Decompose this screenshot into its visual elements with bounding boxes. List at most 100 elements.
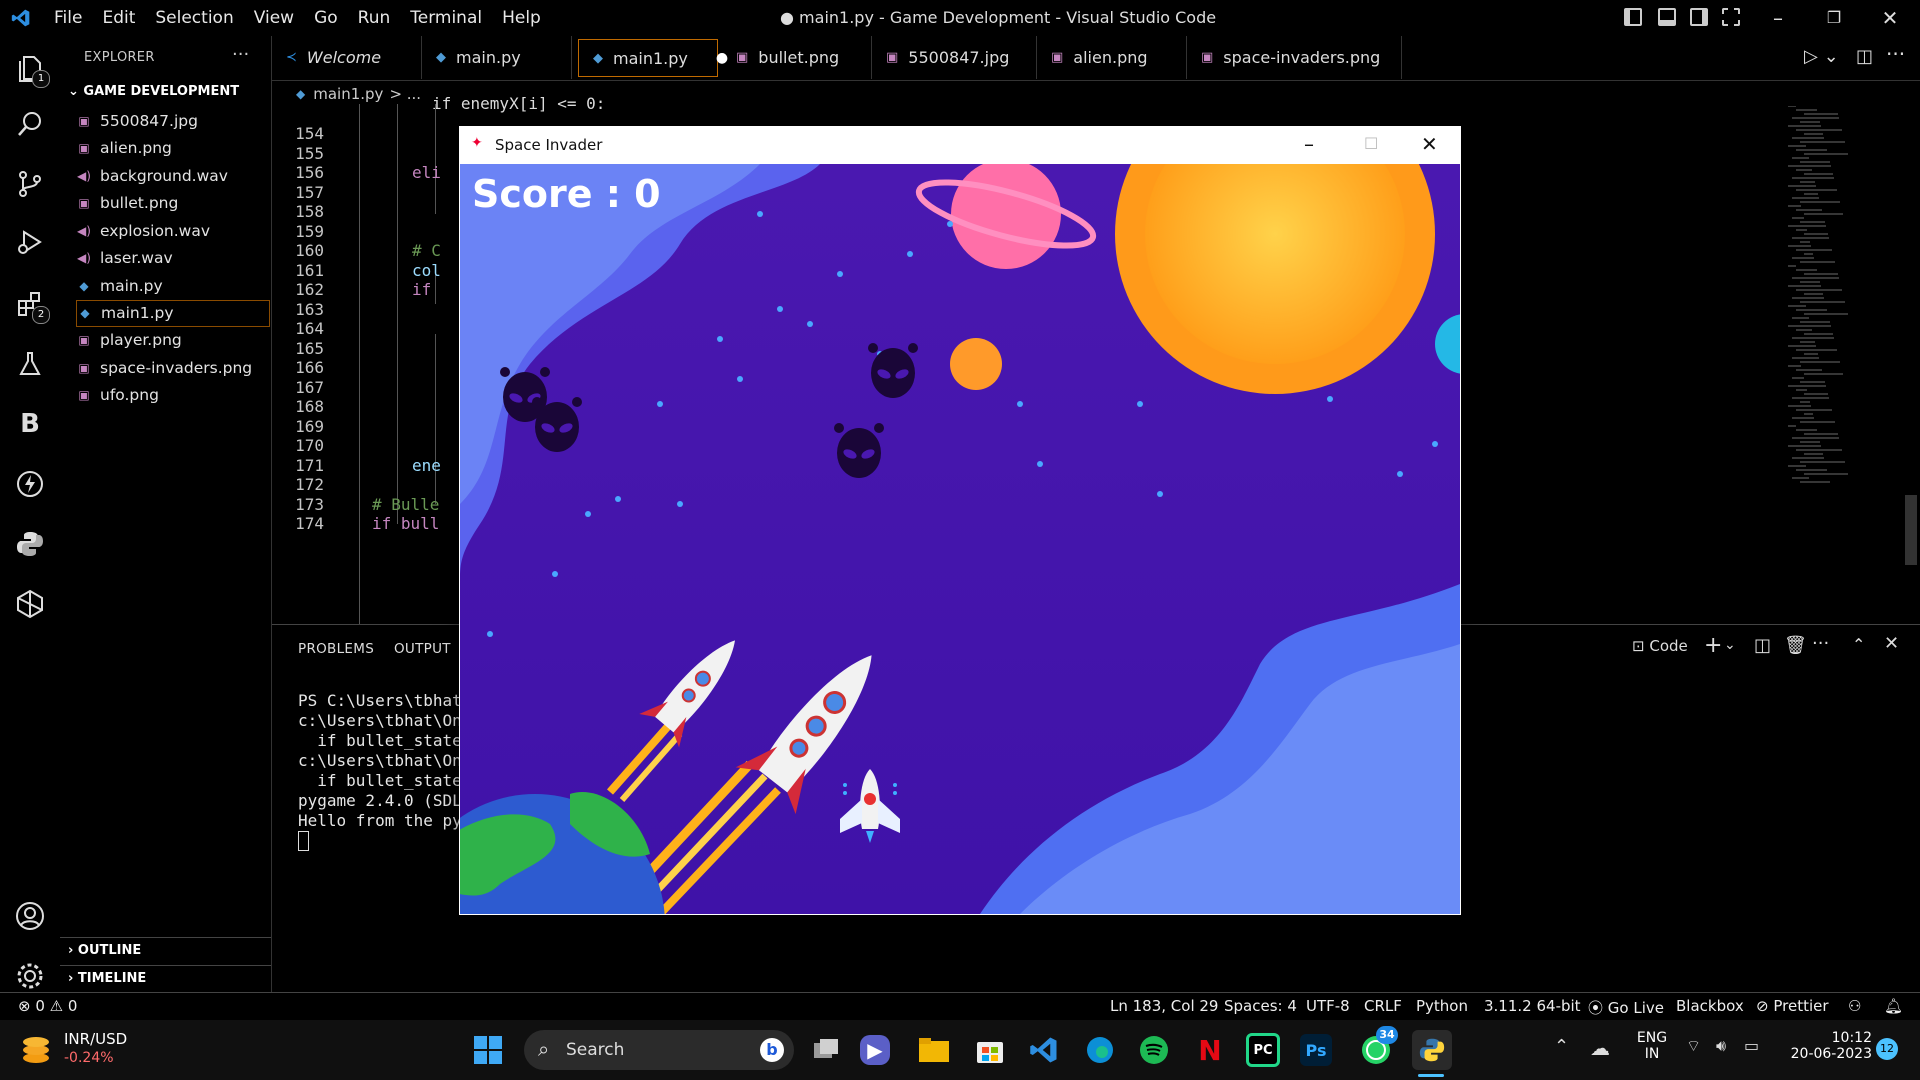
language-mode[interactable]: Python bbox=[1416, 997, 1468, 1015]
file-item[interactable]: ▣ ufo.png bbox=[76, 382, 270, 409]
edge-icon[interactable] bbox=[1080, 1030, 1120, 1070]
file-item[interactable]: ▣ alien.png bbox=[76, 135, 270, 162]
python-interpreter[interactable]: 3.11.2 64-bit bbox=[1484, 997, 1581, 1015]
box-icon[interactable] bbox=[14, 588, 46, 620]
lightning-icon[interactable] bbox=[14, 468, 46, 500]
file-item[interactable]: ▣ space-invaders.png bbox=[76, 355, 270, 382]
menu-view[interactable]: View bbox=[244, 8, 304, 28]
prettier-button[interactable]: ⊘ Prettier bbox=[1756, 997, 1829, 1015]
language-indicator[interactable]: ENG IN bbox=[1636, 1030, 1668, 1062]
search-icon[interactable] bbox=[14, 108, 46, 140]
game-close-icon[interactable]: ✕ bbox=[1421, 132, 1438, 156]
chevron-down-icon[interactable]: ⌄ bbox=[1724, 637, 1736, 653]
notifications-bell-icon[interactable]: 🔔︎ bbox=[1884, 997, 1903, 1015]
blackbox-status[interactable]: Blackbox bbox=[1676, 997, 1744, 1015]
file-item-selected[interactable]: ◆ main1.py bbox=[76, 300, 270, 327]
bing-icon[interactable]: b bbox=[760, 1038, 784, 1062]
tab-space-invaders-png[interactable]: ▣ space-invaders.png bbox=[1187, 36, 1402, 79]
minimize-icon[interactable]: – bbox=[1758, 0, 1798, 36]
customize-layout-icon[interactable] bbox=[1722, 8, 1740, 26]
game-minimize-icon[interactable]: – bbox=[1304, 132, 1314, 156]
line-ending[interactable]: CRLF bbox=[1364, 997, 1402, 1015]
game-canvas[interactable]: Score : 0 bbox=[460, 164, 1460, 914]
tab-welcome[interactable]: ≺ Welcome bbox=[272, 36, 422, 79]
game-maximize-icon[interactable]: ☐ bbox=[1364, 134, 1378, 153]
go-live-button[interactable]: ⦿ Go Live bbox=[1588, 997, 1664, 1018]
tab-main1-py[interactable]: ◆ main1.py ● bbox=[578, 39, 728, 77]
maximize-panel-icon[interactable]: ⌃ bbox=[1852, 635, 1865, 654]
tab-bullet-png[interactable]: ▣ bullet.png bbox=[722, 36, 872, 79]
whatsapp-icon[interactable]: 34 bbox=[1356, 1026, 1398, 1070]
pycharm-icon[interactable]: PC bbox=[1246, 1033, 1280, 1067]
file-item[interactable]: ◀) background.wav bbox=[76, 163, 270, 190]
split-terminal-icon[interactable]: ◫ bbox=[1754, 635, 1771, 656]
tab-main-py[interactable]: ◆ main.py bbox=[422, 36, 572, 79]
menu-selection[interactable]: Selection bbox=[145, 8, 243, 28]
file-item[interactable]: ▣ bullet.png bbox=[76, 190, 270, 217]
account-icon[interactable] bbox=[14, 900, 46, 932]
trash-icon[interactable]: 🗑 bbox=[1784, 635, 1807, 656]
close-icon[interactable]: ✕ bbox=[1870, 0, 1910, 36]
minimap[interactable] bbox=[1786, 105, 1896, 486]
onedrive-cloud-icon[interactable]: ☁ bbox=[1590, 1036, 1610, 1060]
terminal-selector[interactable]: ⊡ Code bbox=[1632, 637, 1688, 655]
toggle-primary-sidebar-icon[interactable] bbox=[1624, 8, 1642, 26]
tab-problems[interactable]: PROBLEMS bbox=[298, 641, 374, 657]
testing-icon[interactable] bbox=[14, 348, 46, 380]
indentation[interactable]: Spaces: 4 bbox=[1224, 997, 1297, 1015]
split-editor-icon[interactable]: ◫ bbox=[1856, 46, 1873, 67]
panel-more-icon[interactable]: ··· bbox=[1812, 633, 1829, 654]
timeline-section[interactable]: › TIMELINE bbox=[60, 965, 271, 992]
menu-go[interactable]: Go bbox=[304, 8, 348, 28]
more-actions-icon[interactable]: ··· bbox=[232, 44, 249, 65]
python-window-icon[interactable] bbox=[1412, 1030, 1452, 1070]
menu-help[interactable]: Help bbox=[492, 8, 551, 28]
project-folder[interactable]: ⌄ GAME DEVELOPMENT bbox=[68, 84, 239, 99]
clock[interactable]: 10:12 20-06-2023 bbox=[1790, 1030, 1872, 1062]
file-item[interactable]: ▣ 5500847.jpg bbox=[76, 108, 270, 135]
spotify-icon[interactable] bbox=[1134, 1030, 1174, 1070]
encoding[interactable]: UTF-8 bbox=[1306, 997, 1350, 1015]
menu-run[interactable]: Run bbox=[348, 8, 401, 28]
menu-file[interactable]: File bbox=[44, 8, 92, 28]
task-view-icon[interactable] bbox=[806, 1030, 846, 1070]
game-titlebar[interactable]: ✦ Space Invader – ☐ ✕ bbox=[459, 126, 1461, 164]
run-debug-icon[interactable] bbox=[14, 226, 46, 258]
show-hidden-icons[interactable]: ⌃ bbox=[1554, 1036, 1569, 1057]
breadcrumb-rest[interactable]: > ... bbox=[389, 85, 421, 103]
feedback-icon[interactable]: ⚇ bbox=[1848, 997, 1861, 1015]
store-icon[interactable] bbox=[970, 1030, 1010, 1070]
tab-output[interactable]: OUTPUT bbox=[394, 641, 451, 657]
netflix-icon[interactable]: N bbox=[1190, 1030, 1230, 1070]
photoshop-icon[interactable]: Ps bbox=[1300, 1034, 1332, 1066]
menu-terminal[interactable]: Terminal bbox=[400, 8, 492, 28]
source-control-icon[interactable] bbox=[14, 168, 46, 200]
file-item[interactable]: ◀) explosion.wav bbox=[76, 218, 270, 245]
restore-icon[interactable]: ❐ bbox=[1814, 0, 1854, 36]
blackbox-icon[interactable]: B bbox=[14, 408, 46, 440]
teams-icon[interactable]: ▶ bbox=[860, 1035, 890, 1065]
file-explorer-icon[interactable] bbox=[914, 1030, 954, 1070]
new-terminal-icon[interactable]: + bbox=[1704, 633, 1722, 658]
python-icon[interactable] bbox=[14, 528, 46, 560]
file-item[interactable]: ◆ main.py bbox=[76, 273, 270, 300]
windows-start-icon[interactable] bbox=[468, 1030, 508, 1070]
battery-icon[interactable]: ▭ bbox=[1744, 1036, 1759, 1055]
toggle-secondary-sidebar-icon[interactable] bbox=[1690, 8, 1708, 26]
cursor-position[interactable]: Ln 183, Col 29 bbox=[1110, 997, 1218, 1015]
volume-icon[interactable]: 🔊︎ bbox=[1716, 1036, 1726, 1056]
extensions-icon[interactable]: 2 bbox=[14, 288, 50, 324]
problems-indicator[interactable]: ⊗ 0 ⚠ 0 bbox=[18, 997, 77, 1015]
vscode-taskbar-icon[interactable] bbox=[1024, 1030, 1064, 1070]
editor-scrollbar[interactable] bbox=[1905, 495, 1917, 565]
file-item[interactable]: ▣ player.png bbox=[76, 327, 270, 354]
toggle-panel-icon[interactable] bbox=[1658, 8, 1676, 26]
menu-edit[interactable]: Edit bbox=[92, 8, 145, 28]
wifi-icon[interactable]: ⌔ bbox=[1686, 1036, 1701, 1056]
tab-5500847-jpg[interactable]: ▣ 5500847.jpg bbox=[872, 36, 1037, 79]
run-python-icon[interactable]: ▷ ⌄ bbox=[1804, 46, 1839, 67]
tab-alien-png[interactable]: ▣ alien.png bbox=[1037, 36, 1187, 79]
notification-count[interactable]: 12 bbox=[1876, 1038, 1898, 1060]
ticker-name[interactable]: INR/USD bbox=[64, 1030, 127, 1048]
outline-section[interactable]: › OUTLINE bbox=[60, 937, 271, 964]
